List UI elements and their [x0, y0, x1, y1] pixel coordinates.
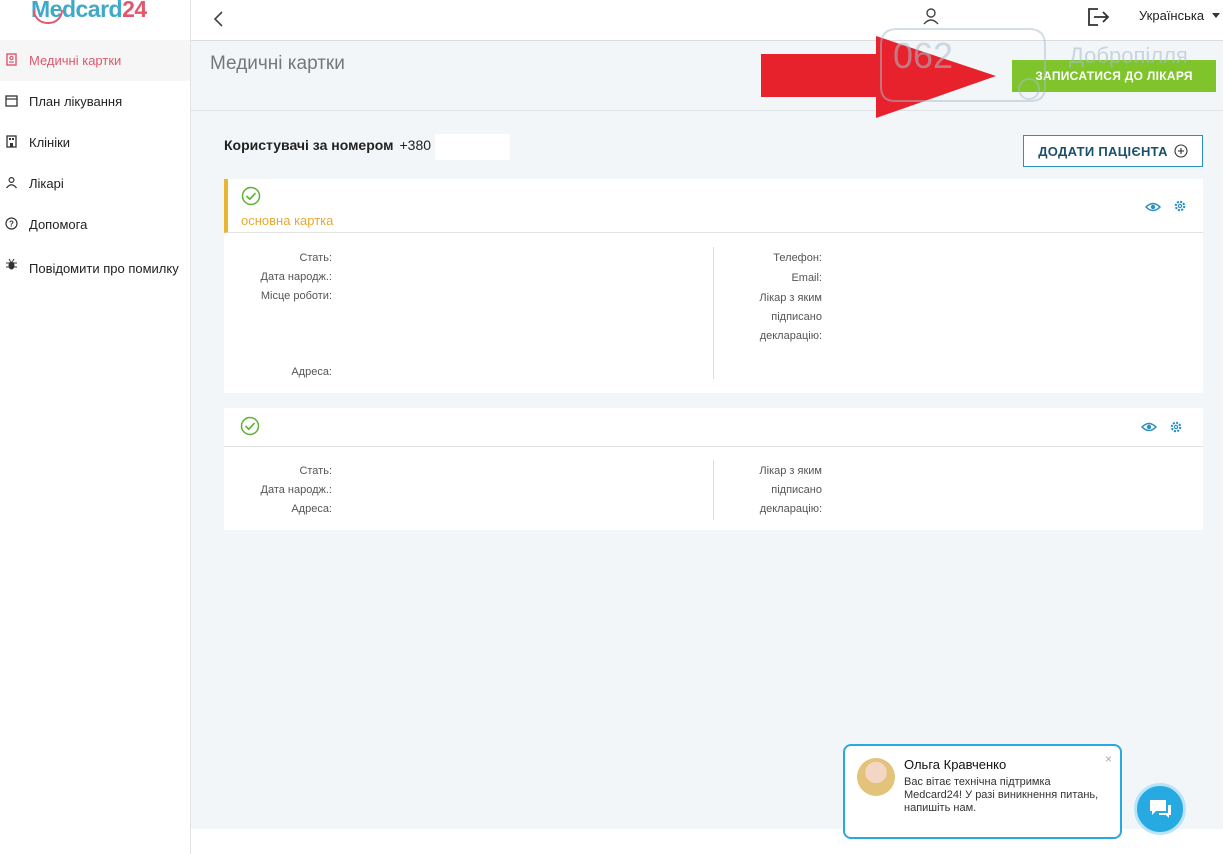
medcard24-logo[interactable]: Medcard24 [31, 0, 147, 24]
chevron-down-icon [1212, 13, 1221, 18]
field-label-workplace: Місце роботи: [260, 290, 332, 302]
patient-card-primary: основна картка Стать: Дата народж.: Місц… [224, 179, 1203, 393]
help-icon: ? [5, 217, 18, 230]
sidebar-item-treatment-plan[interactable]: План лікування [0, 81, 190, 122]
back-arrow-icon[interactable] [209, 9, 229, 29]
field-label-declaration-signed: підписано [771, 311, 822, 323]
users-by-number: Користувачі за номером +380 [224, 137, 431, 153]
field-label-gender: Стать: [299, 252, 332, 264]
field-label-birthdate: Дата народж.: [260, 484, 333, 496]
logout-icon[interactable] [1087, 7, 1111, 27]
card-header [224, 408, 1203, 447]
card-body: Стать: Дата народж.: Адреса: Лікар з яки… [224, 447, 1203, 530]
bug-icon [6, 258, 17, 270]
gear-icon[interactable] [1173, 199, 1187, 213]
language-label: Українська [1139, 8, 1205, 23]
sidebar-item-label: Лікарі [29, 176, 64, 191]
check-circle-icon [240, 416, 260, 436]
sidebar-item-label: План лікування [29, 94, 123, 109]
card-body: Стать: Дата народж.: Місце роботи: Адрес… [224, 233, 1203, 393]
page-header: Медичні картки ЗАПИСАТИСЯ ДО ЛІКАРЯ 062 … [191, 28, 1223, 118]
sidebar-item-clinics[interactable]: Клініки [0, 122, 190, 163]
phone-redaction [435, 134, 510, 160]
field-label-declaration: декларацію: [759, 503, 822, 515]
agent-avatar [857, 758, 895, 796]
eye-icon[interactable] [1145, 200, 1161, 214]
building-icon [6, 135, 17, 148]
sidebar-item-medical-cards[interactable]: Медичні картки [0, 40, 190, 81]
page-title: Медичні картки [210, 53, 345, 74]
field-label-gender: Стать: [299, 465, 332, 477]
sidebar-item-report-bug[interactable]: Повідомити про помилку [0, 245, 190, 305]
field-label-declaration-signed: підписано [771, 484, 822, 496]
svg-text:?: ? [9, 220, 14, 229]
check-circle-icon [241, 186, 261, 206]
primary-card-badge: основна картка [241, 213, 334, 228]
sidebar-item-doctors[interactable]: Лікарі [0, 163, 190, 204]
field-label-declaration: декларацію: [759, 330, 822, 342]
users-phone: +380 [399, 137, 432, 153]
eye-icon[interactable] [1141, 420, 1157, 434]
watermark-city: Добропілля [1069, 43, 1188, 68]
logo-suffix: 24 [122, 0, 147, 22]
sidebar-item-label: Клініки [29, 135, 71, 150]
add-patient-label: ДОДАТИ ПАЦІЄНТА [1038, 143, 1168, 159]
field-label-birthdate: Дата народж.: [260, 271, 333, 283]
close-icon[interactable]: × [1105, 752, 1112, 766]
users-label: Користувачі за номером [224, 137, 394, 153]
agent-name: Ольга Кравченко [904, 757, 1007, 772]
field-label-address: Адреса: [291, 366, 332, 378]
chat-launcher-button[interactable] [1134, 783, 1186, 835]
add-patient-button[interactable]: ДОДАТИ ПАЦІЄНТА [1023, 135, 1203, 167]
support-chat-popup[interactable]: Ольга Кравченко Вас вітає технічна підтр… [843, 744, 1122, 839]
calendar-icon [5, 95, 18, 107]
sidebar-item-label: Допомога [29, 217, 88, 232]
sidebar-item-label: Медичні картки [29, 53, 122, 68]
field-label-email: Email: [791, 272, 822, 284]
patient-card: Стать: Дата народж.: Адреса: Лікар з яки… [224, 408, 1203, 530]
field-label-address: Адреса: [291, 503, 332, 515]
language-select[interactable]: Українська [1139, 8, 1221, 23]
plus-circle-icon [1174, 144, 1188, 158]
user-icon[interactable] [922, 7, 940, 25]
watermark-number: 062 [893, 35, 954, 76]
doctor-icon [6, 176, 17, 189]
gear-icon[interactable] [1169, 420, 1183, 434]
sidebar-item-label: Повідомити про помилку [29, 261, 179, 276]
field-label-declaration-doctor: Лікар з яким [759, 465, 822, 477]
sidebar-item-help[interactable]: ? Допомога [0, 204, 190, 245]
chat-icon [1150, 800, 1171, 818]
card-header: основна картка [224, 179, 1203, 233]
field-label-declaration-doctor: Лікар з яким [759, 292, 822, 304]
sidebar-nav: Медичні картки План лікування Клініки Лі… [0, 40, 190, 305]
sidebar: Medcard24 Медичні картки План лікування … [0, 0, 191, 854]
field-label-phone: Телефон: [773, 252, 822, 264]
watermark-overlay: 062 Добропілля [879, 27, 1223, 109]
chat-message: Вас вітає технічна підтримка Medcard24! … [904, 776, 1099, 814]
medical-card-icon [6, 53, 17, 66]
main-content: Медичні картки ЗАПИСАТИСЯ ДО ЛІКАРЯ 062 … [191, 28, 1223, 854]
